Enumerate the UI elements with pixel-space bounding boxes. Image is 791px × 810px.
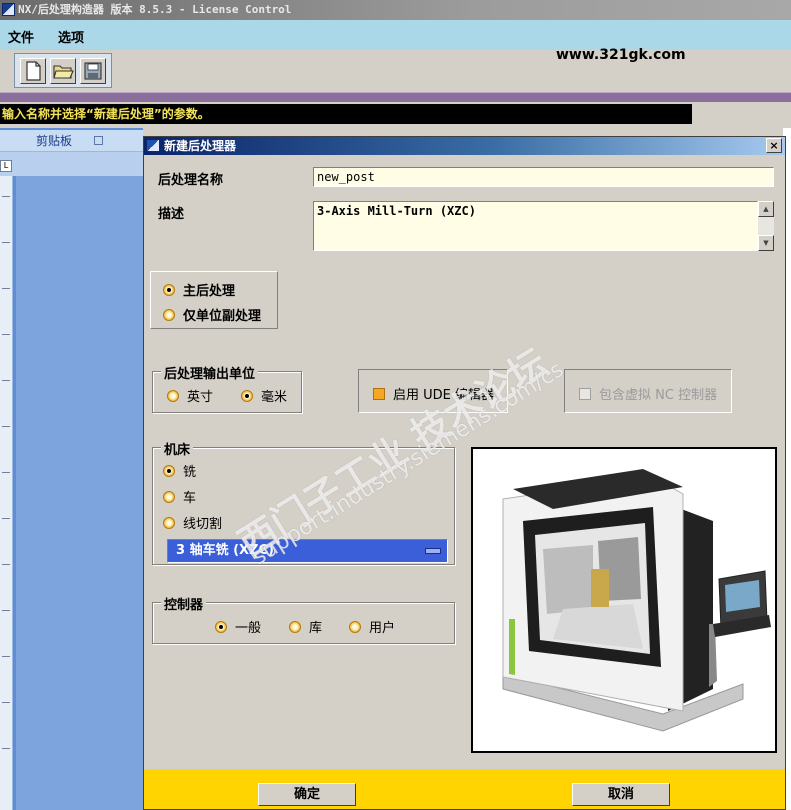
post-type-units-only-radio[interactable]: 仅单位副处理 (163, 305, 261, 324)
new-file-button[interactable] (20, 58, 46, 84)
machine-lathe-radio[interactable]: 车 (163, 487, 196, 506)
divider-stripe (0, 92, 791, 102)
output-unit-title: 后处理输出单位 (161, 363, 259, 382)
app-title-bar: NX/后处理构造器 版本 8.5.3 - License Control (0, 0, 791, 20)
menu-options[interactable]: 选项 (58, 27, 84, 46)
description-scrollbar[interactable]: ▲ ▼ (758, 201, 774, 251)
dialog-title: 新建后处理器 (164, 139, 237, 153)
new-file-icon (26, 61, 41, 81)
virtual-nc-panel: 包含虚拟 NC 控制器 (564, 369, 732, 413)
ruler-tick (2, 656, 10, 657)
open-folder-icon (53, 65, 74, 79)
machine-title: 机床 (161, 439, 194, 458)
machine-wire-edm-radio[interactable]: 线切割 (163, 513, 222, 532)
controller-title: 控制器 (161, 594, 207, 613)
output-unit-group: 后处理输出单位 英寸 毫米 (152, 363, 302, 413)
ruler-tick (2, 702, 10, 703)
radio-unchecked-icon (349, 620, 361, 633)
vertical-ruler (0, 176, 13, 810)
clipboard-tab[interactable]: 剪贴板 (0, 130, 108, 152)
clipboard-header: 剪贴板 (0, 130, 143, 152)
controller-library-radio[interactable]: 库 (289, 617, 322, 636)
ruler-tick (2, 610, 10, 611)
app-title: NX/后处理构造器 版本 8.5.3 - License Control (18, 3, 292, 16)
ruler-tick (2, 288, 10, 289)
ruler-tick (2, 196, 10, 197)
ok-button[interactable]: 确定 (258, 783, 356, 806)
description-label: 描述 (158, 207, 185, 222)
description-textarea[interactable]: 3-Axis Mill-Turn (XZC) (313, 201, 758, 251)
status-bar: 输入名称并选择“新建后处理”的参数。 (0, 104, 692, 124)
radio-unchecked-icon (167, 389, 179, 402)
radio-unchecked-icon (163, 490, 175, 503)
ribbon-strip (0, 152, 143, 176)
ude-editor-panel: 启用 UDE 编辑器 (358, 369, 508, 413)
ruler-tick (2, 242, 10, 243)
post-name-input[interactable]: new_post (313, 167, 774, 187)
controller-user-radio[interactable]: 用户 (349, 617, 395, 636)
radio-unchecked-icon (163, 308, 175, 321)
unit-mm-radio[interactable]: 毫米 (241, 386, 287, 405)
radio-unchecked-icon (163, 516, 175, 529)
virtual-nc-checkbox[interactable]: 包含虚拟 NC 控制器 (579, 384, 717, 403)
post-name-label: 后处理名称 (158, 173, 224, 188)
menu-bar: 文件 选项 (0, 20, 791, 50)
scroll-up-icon[interactable]: ▲ (758, 201, 774, 217)
machine-preview-image (471, 447, 777, 753)
ruler-tick (2, 518, 10, 519)
ruler-tick (2, 426, 10, 427)
document-page (16, 176, 143, 810)
save-file-button[interactable] (80, 58, 106, 84)
site-watermark: www.321gk.com (556, 47, 686, 63)
radio-checked-icon (241, 389, 253, 402)
scroll-down-icon[interactable]: ▼ (758, 235, 774, 251)
radio-checked-icon (163, 464, 175, 477)
menu-file[interactable]: 文件 (8, 27, 34, 46)
option-menu-indicator-icon (425, 548, 441, 554)
dialog-title-bar[interactable]: 新建后处理器 (144, 137, 785, 155)
save-icon (84, 62, 102, 80)
file-tool-group (14, 53, 112, 88)
ruler-tick (2, 472, 10, 473)
machine-type-select[interactable]: 3 轴车铣 (XZC) (167, 539, 448, 563)
post-type-main-radio[interactable]: 主后处理 (163, 280, 235, 299)
open-file-button[interactable] (50, 58, 76, 84)
ruler-tick (2, 564, 10, 565)
ruler-tick (2, 334, 10, 335)
dialog-footer: 确定 取消 (144, 769, 785, 809)
status-bar-filler (692, 104, 791, 124)
unit-inch-radio[interactable]: 英寸 (167, 386, 213, 405)
mill-turn-machine-icon (502, 469, 771, 732)
new-post-processor-dialog: 新建后处理器 × 后处理名称 new_post 描述 3-Axis Mill-T… (143, 136, 786, 810)
tab-stop-marker[interactable]: L (0, 160, 12, 172)
ude-editor-checkbox[interactable]: 启用 UDE 编辑器 (373, 384, 494, 403)
controller-generic-radio[interactable]: 一般 (215, 617, 261, 636)
checkbox-unchecked-icon (579, 387, 591, 400)
dialog-close-button[interactable]: × (766, 138, 782, 153)
cancel-button[interactable]: 取消 (572, 783, 670, 806)
radio-checked-icon (215, 620, 227, 633)
post-type-panel: 主后处理 仅单位副处理 (150, 271, 278, 329)
machine-mill-radio[interactable]: 铣 (163, 461, 196, 480)
ruler-tick (2, 748, 10, 749)
app-logo-icon (2, 3, 15, 16)
radio-checked-icon (163, 283, 175, 296)
dialog-app-icon (146, 139, 160, 152)
dialog-launcher-icon[interactable] (94, 136, 103, 145)
radio-unchecked-icon (289, 620, 301, 633)
machine-group: 机床 铣 车 线切割 3 轴车铣 (XZC) (152, 439, 455, 565)
controller-group: 控制器 一般 库 用户 (152, 594, 455, 644)
ruler-tick (2, 380, 10, 381)
machine-type-value: 3 轴车铣 (XZC) (176, 543, 274, 558)
checkbox-checked-icon (373, 387, 385, 400)
